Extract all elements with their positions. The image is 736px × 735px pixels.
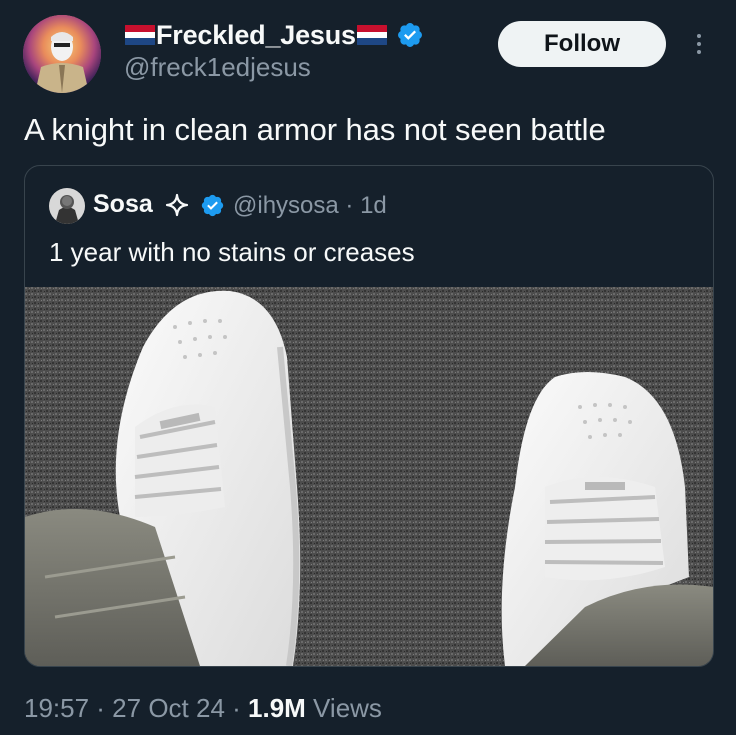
quoted-author-avatar — [49, 188, 85, 224]
netherlands-flag-icon — [356, 25, 388, 45]
tweet-metadata: 19:57 · 27 Oct 24 · 1.9M Views — [24, 693, 382, 724]
white-sneakers-photo[interactable] — [25, 287, 713, 666]
quoted-tweet-card[interactable]: Sosa @ihysosa · 1d 1 year with no stains… — [24, 165, 714, 667]
author-name-row[interactable]: Freckled_Jesus — [124, 18, 424, 52]
author-avatar[interactable] — [23, 15, 101, 93]
follow-button[interactable]: Follow — [498, 21, 666, 67]
views-count: 1.9M — [248, 693, 306, 723]
quoted-tweet-text: 1 year with no stains or creases — [49, 237, 415, 267]
sparkle-icon — [165, 193, 189, 217]
more-vertical-icon[interactable] — [688, 26, 710, 62]
dot — [697, 34, 701, 38]
tweet-text: A knight in clean armor has not seen bat… — [24, 112, 606, 147]
tweet-container: Freckled_Jesus @freck1edjesus Follow A k… — [0, 0, 736, 735]
quoted-author-handle-time: @ihysosa · 1d — [233, 192, 387, 219]
author-display-name[interactable]: Freckled_Jesus — [156, 20, 356, 51]
verified-badge-icon[interactable] — [396, 21, 424, 49]
tweet-timestamp[interactable]: 19:57 · 27 Oct 24 · — [24, 693, 248, 723]
author-handle[interactable]: @freck1edjesus — [124, 52, 311, 83]
views-label: Views — [305, 693, 382, 723]
quoted-author-name: Sosa — [93, 190, 153, 218]
dot — [697, 50, 701, 54]
netherlands-flag-icon — [124, 25, 156, 45]
verified-badge-icon — [200, 193, 225, 218]
dot — [697, 42, 701, 46]
